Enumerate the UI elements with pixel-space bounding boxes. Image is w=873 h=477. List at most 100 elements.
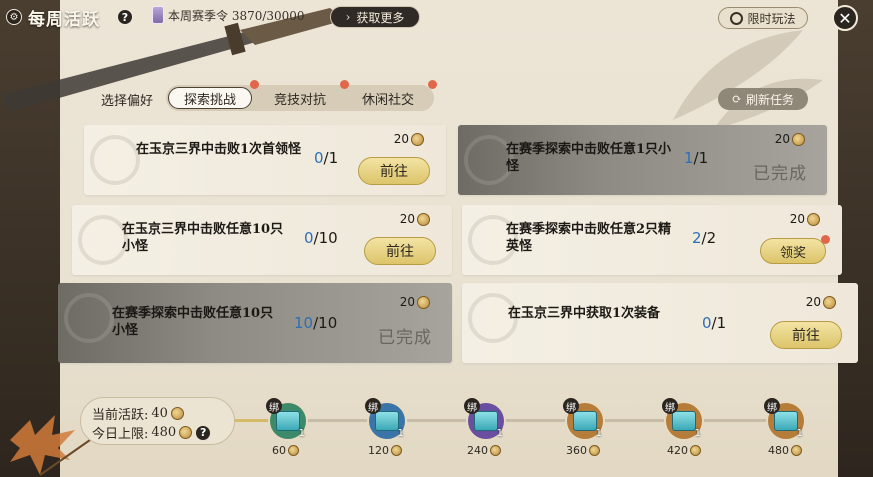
refresh-label: 刷新任务 (746, 92, 795, 107)
chest-quantity: 1 (298, 428, 305, 439)
tab-competitive[interactable]: 竞技对抗 (258, 87, 342, 109)
task-description: 在玉京三界中获取1次装备 (508, 306, 661, 321)
notification-dot (340, 80, 349, 89)
task-reward: 20 (806, 295, 836, 309)
go-button[interactable]: 前往 (364, 237, 436, 265)
coin-icon (288, 445, 299, 456)
milestone-value: 120 (368, 444, 402, 457)
chest-icon (276, 411, 300, 431)
gear-icon[interactable]: ⚙ (6, 9, 22, 25)
milestone-value: 360 (566, 444, 600, 457)
reward-chest-480[interactable]: 绑 1 (764, 398, 806, 441)
chest-quantity: 1 (796, 428, 803, 439)
bound-badge: 绑 (662, 398, 678, 414)
reward-chest-60[interactable]: 绑 1 (266, 398, 308, 441)
preference-tabs: 探索挑战 竞技对抗 休闲社交 (166, 85, 434, 111)
daily-limit-value: 480 (151, 425, 177, 440)
reward-chest-240[interactable]: 绑 1 (464, 398, 506, 441)
preference-label: 选择偏好 (101, 94, 154, 109)
task-card: 在赛季探索中击败任意10只小怪 10/10 20 已完成 (58, 283, 452, 363)
chest-icon (573, 411, 597, 431)
chest-quantity: 1 (694, 428, 701, 439)
reward-chest-360[interactable]: 绑 1 (563, 398, 605, 441)
season-token-text: 本周赛季令 3870/30000 (168, 8, 305, 23)
close-button[interactable]: ✕ (832, 5, 858, 31)
go-button[interactable]: 前往 (770, 321, 842, 349)
task-emblem-icon (78, 215, 128, 265)
coin-icon (170, 407, 184, 420)
reward-chest-120[interactable]: 绑 1 (365, 398, 407, 441)
chest-quantity: 1 (595, 428, 602, 439)
coin-icon (589, 445, 600, 456)
chest-icon (672, 411, 696, 431)
task-description: 在玉京三界中击败任意10只小怪 (122, 222, 284, 254)
chest-icon (774, 411, 798, 431)
clock-icon (730, 11, 744, 25)
bound-badge: 绑 (365, 398, 381, 414)
notification-dot (250, 80, 259, 89)
coin-icon (411, 132, 424, 146)
chest-icon (375, 411, 399, 431)
claim-reward-button[interactable]: 领奖 (760, 238, 826, 264)
page-title: 每周活跃 (28, 9, 100, 30)
coin-icon (417, 212, 430, 226)
coin-icon (823, 295, 836, 309)
task-description: 在赛季探索中击败任意10只小怪 (112, 306, 274, 338)
limited-mode-button[interactable]: 限时玩法 (718, 7, 808, 29)
current-activity-label: 当前活跃: (92, 408, 149, 423)
task-progress: 10/10 (294, 314, 338, 332)
task-progress: 0/1 (702, 314, 727, 332)
chest-icon (474, 411, 498, 431)
chevron-right-icon: › (345, 10, 351, 24)
refresh-tasks-button[interactable]: ⟳ 刷新任务 (718, 88, 808, 110)
notification-dot (821, 235, 830, 244)
completed-label: 已完成 (753, 164, 807, 184)
task-reward: 20 (790, 212, 820, 226)
task-card: 在赛季探索中击败任意2只精英怪 2/2 20 领奖 (462, 205, 842, 275)
current-activity: 当前活跃: 40 (92, 404, 184, 423)
milestone-value: 420 (667, 444, 701, 457)
task-progress: 0/10 (304, 229, 338, 247)
coin-icon (417, 295, 430, 309)
chest-quantity: 1 (397, 428, 404, 439)
task-progress: 0/1 (314, 149, 339, 167)
task-progress: 2/2 (692, 229, 717, 247)
help-icon[interactable]: ? (117, 9, 133, 25)
get-more-button[interactable]: › 获取更多 (330, 6, 420, 28)
task-description: 在赛季探索中击败任意1只小怪 (506, 142, 672, 174)
task-emblem-icon (64, 293, 114, 343)
daily-limit-label: 今日上限: (92, 427, 149, 442)
tab-casual-social[interactable]: 休闲社交 (346, 87, 430, 109)
milestone-value: 60 (272, 444, 299, 457)
limited-mode-label: 限时玩法 (747, 11, 796, 26)
get-more-label: 获取更多 (356, 10, 405, 25)
reward-chest-420[interactable]: 绑 1 (662, 398, 704, 441)
coin-icon (791, 445, 802, 456)
help-icon[interactable]: ? (195, 424, 212, 441)
coin-icon (792, 132, 805, 146)
milestone-value: 480 (768, 444, 802, 457)
refresh-icon: ⟳ (731, 92, 743, 106)
task-reward: 20 (775, 132, 805, 146)
season-token-counter: 本周赛季令 3870/30000 (152, 6, 305, 24)
task-card: 在玉京三界中击败任意10只小怪 0/10 20 前往 (72, 205, 452, 275)
bound-badge: 绑 (764, 398, 780, 414)
milestone-value: 240 (467, 444, 501, 457)
go-button[interactable]: 前往 (358, 157, 430, 185)
title-group: ⚙ 每周活跃 (6, 6, 100, 30)
current-activity-value: 40 (151, 406, 168, 421)
task-card: 在玉京三界中击败1次首领怪 0/1 20 前往 (84, 125, 446, 195)
task-description: 在赛季探索中击败任意2只精英怪 (506, 222, 672, 254)
bound-badge: 绑 (464, 398, 480, 414)
task-card: 在赛季探索中击败任意1只小怪 1/1 20 已完成 (458, 125, 827, 195)
completed-label: 已完成 (378, 328, 432, 348)
notification-dot (428, 80, 437, 89)
tab-explore-challenge[interactable]: 探索挑战 (168, 87, 252, 109)
task-emblem-icon (90, 135, 140, 185)
bound-badge: 绑 (563, 398, 579, 414)
coin-icon (490, 445, 501, 456)
activity-progress-track (235, 419, 795, 422)
task-reward: 20 (400, 295, 430, 309)
daily-limit: 今日上限: 480 ? (92, 423, 212, 442)
leaf-shadow-decoration (673, 30, 823, 130)
